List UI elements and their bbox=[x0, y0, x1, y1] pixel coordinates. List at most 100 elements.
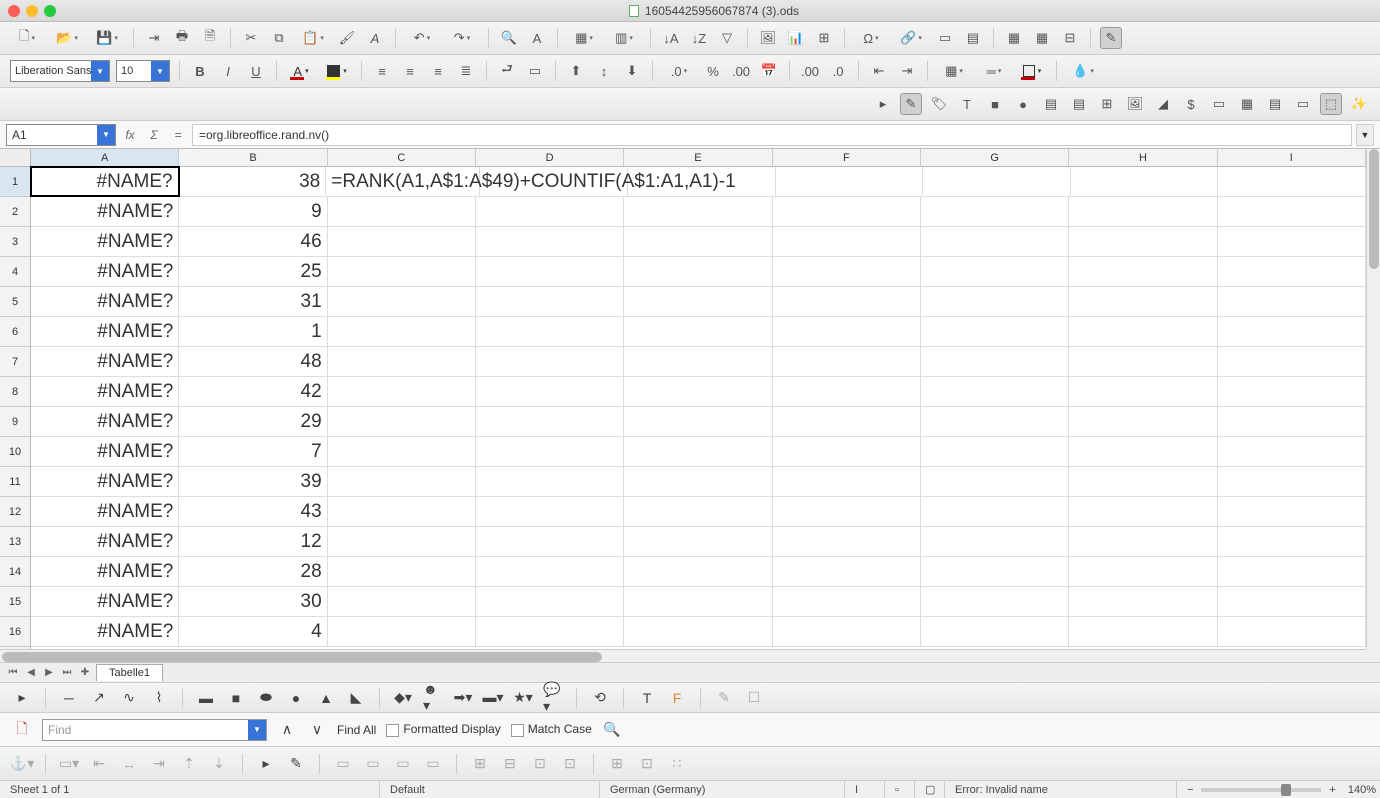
cell[interactable]: #NAME? bbox=[31, 467, 179, 496]
cell[interactable] bbox=[1069, 377, 1217, 406]
cell[interactable]: #NAME? bbox=[31, 197, 179, 226]
last-sheet-button[interactable]: ⏭ bbox=[60, 666, 74, 680]
cell[interactable]: 29 bbox=[179, 407, 327, 436]
rectangle-icon[interactable]: ■ bbox=[984, 93, 1006, 115]
prev-sheet-button[interactable]: ◀ bbox=[24, 666, 38, 680]
cell[interactable] bbox=[476, 347, 624, 376]
cell[interactable] bbox=[921, 287, 1069, 316]
cell[interactable] bbox=[328, 287, 476, 316]
snap-grid-button[interactable]: ⊡ bbox=[637, 754, 657, 774]
cell[interactable] bbox=[476, 557, 624, 586]
square-tool[interactable]: ■ bbox=[226, 688, 246, 708]
cell[interactable] bbox=[328, 227, 476, 256]
zoom-out-button[interactable]: − bbox=[1187, 784, 1193, 796]
flip-tool[interactable]: ⟲ bbox=[590, 688, 610, 708]
maximize-window-button[interactable] bbox=[44, 5, 56, 17]
cell[interactable] bbox=[1069, 257, 1217, 286]
align-right-button[interactable]: ≡ bbox=[427, 60, 449, 82]
zoom-knob[interactable] bbox=[1281, 784, 1291, 796]
save-document-button[interactable]: 💾 bbox=[90, 27, 124, 49]
align-middle-button[interactable]: ↕ bbox=[593, 60, 615, 82]
line-tool[interactable]: ─ bbox=[59, 688, 79, 708]
cell[interactable] bbox=[624, 527, 772, 556]
split-window-button[interactable]: ⊟ bbox=[1059, 27, 1081, 49]
cell[interactable] bbox=[921, 587, 1069, 616]
cell[interactable] bbox=[1218, 557, 1366, 586]
cell[interactable] bbox=[773, 287, 921, 316]
cell[interactable] bbox=[476, 287, 624, 316]
cell[interactable] bbox=[1218, 407, 1366, 436]
find-button[interactable]: 🔍 bbox=[498, 27, 520, 49]
define-print-area-button[interactable]: ▦ bbox=[1003, 27, 1025, 49]
cell[interactable] bbox=[773, 407, 921, 436]
cell[interactable] bbox=[921, 227, 1069, 256]
font-name-select[interactable]: Liberation Sans ▼ bbox=[10, 60, 110, 82]
find-input[interactable]: Find ▼ bbox=[42, 719, 267, 741]
cell[interactable] bbox=[476, 197, 624, 226]
cell[interactable]: #NAME? bbox=[31, 317, 179, 346]
cell[interactable] bbox=[921, 347, 1069, 376]
find-next-button[interactable]: ∨ bbox=[307, 720, 327, 740]
cell[interactable]: #NAME? bbox=[31, 587, 179, 616]
find-options-button[interactable]: 🔍 bbox=[602, 720, 622, 740]
headers-footers-button[interactable]: ▤ bbox=[962, 27, 984, 49]
cell[interactable] bbox=[921, 557, 1069, 586]
table-design-icon[interactable]: ▦ bbox=[1236, 93, 1258, 115]
minimize-window-button[interactable] bbox=[26, 5, 38, 17]
curve-tool[interactable]: ∿ bbox=[119, 688, 139, 708]
column-button[interactable]: ▥ bbox=[607, 27, 641, 49]
foreground-button[interactable]: ▭ bbox=[393, 754, 413, 774]
vertical-scrollbar[interactable] bbox=[1366, 149, 1380, 649]
cell[interactable]: 30 bbox=[179, 587, 327, 616]
cell[interactable] bbox=[624, 407, 772, 436]
cell[interactable] bbox=[1069, 467, 1217, 496]
bring-front-button[interactable]: ▭ bbox=[333, 754, 353, 774]
row-header[interactable]: 8 bbox=[0, 377, 30, 407]
chart-small-icon[interactable]: ◢ bbox=[1152, 93, 1174, 115]
show-draw-functions-button[interactable]: ✎ bbox=[1100, 27, 1122, 49]
cell[interactable] bbox=[1218, 347, 1366, 376]
grid-icon[interactable]: ⊞ bbox=[1096, 93, 1118, 115]
cell[interactable]: 4 bbox=[179, 617, 327, 646]
italic-button[interactable]: I bbox=[217, 60, 239, 82]
tag-icon[interactable]: 🏷 bbox=[928, 93, 950, 115]
cell[interactable] bbox=[624, 197, 772, 226]
row-header[interactable]: 10 bbox=[0, 437, 30, 467]
fontwork-tool[interactable]: F bbox=[667, 688, 687, 708]
page-style[interactable]: Default bbox=[380, 781, 600, 798]
cell[interactable] bbox=[476, 377, 624, 406]
formula-input[interactable]: =org.libreoffice.rand.nv() bbox=[192, 124, 1352, 146]
cell[interactable] bbox=[328, 437, 476, 466]
border-color-button[interactable]: ▾ bbox=[1017, 60, 1047, 82]
star-shapes-tool[interactable]: ★▾ bbox=[513, 688, 533, 708]
cell[interactable] bbox=[1218, 317, 1366, 346]
number-format-button[interactable]: .0 bbox=[662, 60, 696, 82]
close-find-button[interactable]: 🗋 bbox=[12, 720, 32, 740]
cell[interactable] bbox=[1218, 437, 1366, 466]
cell[interactable] bbox=[476, 257, 624, 286]
sheet-tab[interactable]: Tabelle1 bbox=[96, 664, 163, 681]
find-prev-button[interactable]: ∧ bbox=[277, 720, 297, 740]
cell[interactable] bbox=[476, 407, 624, 436]
flowchart-shapes-tool[interactable]: ▬▾ bbox=[483, 688, 503, 708]
ungroup-button[interactable]: ⊟ bbox=[500, 754, 520, 774]
highlight-color-button[interactable]: ▾ bbox=[322, 60, 352, 82]
function-wizard-button[interactable]: fx bbox=[120, 125, 140, 145]
font-size-select[interactable]: 10 ▼ bbox=[116, 60, 170, 82]
next-sheet-button[interactable]: ▶ bbox=[42, 666, 56, 680]
row-header[interactable]: 14 bbox=[0, 557, 30, 587]
column-header[interactable]: F bbox=[773, 149, 921, 166]
cell[interactable] bbox=[624, 317, 772, 346]
arrow-cursor-icon[interactable]: ▸ bbox=[256, 754, 276, 774]
cell[interactable] bbox=[921, 317, 1069, 346]
find-all-button[interactable]: Find All bbox=[337, 723, 376, 737]
insert-image-button[interactable]: 🖼 bbox=[757, 27, 779, 49]
scrollbar-thumb[interactable] bbox=[1369, 149, 1379, 269]
cell[interactable] bbox=[773, 197, 921, 226]
pivot-table-button[interactable]: ⊞ bbox=[813, 27, 835, 49]
cell[interactable] bbox=[923, 167, 1071, 196]
cell[interactable] bbox=[1218, 377, 1366, 406]
align-objects-button[interactable]: ▭▾ bbox=[59, 754, 79, 774]
cell[interactable] bbox=[624, 617, 772, 646]
insert-mode[interactable]: I bbox=[845, 781, 885, 798]
